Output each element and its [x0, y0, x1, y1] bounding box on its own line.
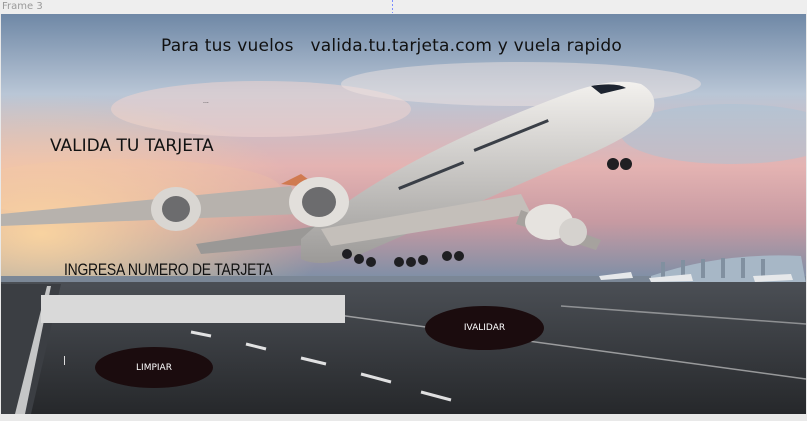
- validate-button[interactable]: IVALIDAR: [425, 306, 544, 350]
- text-caret: [64, 356, 65, 365]
- center-guide: [392, 0, 393, 13]
- frame-label[interactable]: Frame 3: [2, 1, 43, 12]
- card-number-input[interactable]: [41, 295, 345, 323]
- frame-canvas: Para tus vuelos valida.tu.tarjeta.com y …: [1, 14, 806, 414]
- editor-top-bar: Frame 3: [0, 0, 807, 14]
- card-number-label: INGRESA NUMERO DE TARJETA: [64, 260, 273, 279]
- decor-dots: ...: [203, 98, 209, 105]
- main-heading: VALIDA TU TARJETA: [50, 136, 214, 156]
- clear-button[interactable]: LIMPIAR: [95, 347, 213, 388]
- tagline-heading: Para tus vuelos valida.tu.tarjeta.com y …: [161, 36, 622, 56]
